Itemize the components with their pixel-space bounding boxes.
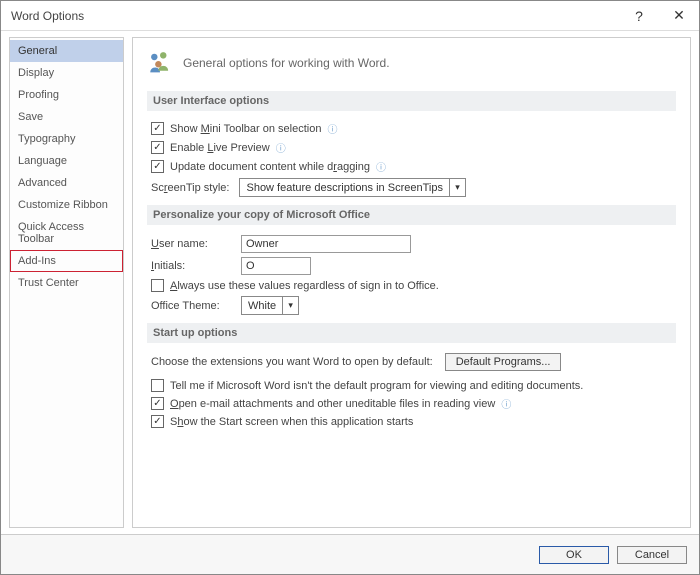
dialog-footer: OK Cancel [1,534,699,574]
info-icon[interactable] [501,396,511,411]
label-reading-view: Open e-mail attachments and other unedit… [170,398,495,410]
label-initials: Initials: [151,260,231,272]
section-startup: Start up options [147,323,676,343]
label-username: User name: [151,238,231,250]
sidebar-item-qat[interactable]: Quick Access Toolbar [10,216,123,250]
close-button[interactable]: ✕ [659,7,699,24]
label-always-use: Always use these values regardless of si… [170,280,439,292]
window-title: Word Options [11,9,619,23]
sidebar-item-add-ins[interactable]: Add-Ins [10,250,123,272]
sidebar-item-typography[interactable]: Typography [10,128,123,150]
label-live-preview: Enable Live Preview [170,142,270,154]
sidebar-item-customize-ribbon[interactable]: Customize Ribbon [10,194,123,216]
input-username[interactable] [241,235,411,253]
sidebar-item-display[interactable]: Display [10,62,123,84]
category-sidebar: General Display Proofing Save Typography… [9,37,124,528]
content-pane: General options for working with Word. U… [132,37,691,528]
label-drag-update: Update document content while dragging [170,161,370,173]
section-personalize: Personalize your copy of Microsoft Offic… [147,205,676,225]
info-icon[interactable] [376,159,386,174]
titlebar: Word Options ? ✕ [1,1,699,31]
sidebar-item-proofing[interactable]: Proofing [10,84,123,106]
checkbox-start-screen[interactable] [151,415,164,428]
page-header-text: General options for working with Word. [183,56,390,70]
checkbox-default-program[interactable] [151,379,164,392]
input-initials[interactable] [241,257,311,275]
default-programs-button[interactable]: Default Programs... [445,353,562,371]
label-default-program: Tell me if Microsoft Word isn't the defa… [170,380,583,392]
sidebar-item-trust-center[interactable]: Trust Center [10,272,123,294]
checkbox-live-preview[interactable] [151,141,164,154]
info-icon[interactable] [327,121,337,136]
section-ui-options: User Interface options [147,91,676,111]
checkbox-reading-view[interactable] [151,397,164,410]
checkbox-mini-toolbar[interactable] [151,122,164,135]
sidebar-item-language[interactable]: Language [10,150,123,172]
info-icon[interactable] [276,140,286,155]
select-office-theme[interactable]: White ▾ [241,296,299,315]
label-theme: Office Theme: [151,300,231,312]
help-button[interactable]: ? [619,8,659,24]
label-screentip: ScreenTip style: [151,182,229,194]
label-mini-toolbar: Show Mini Toolbar on selection [170,123,321,135]
sidebar-item-save[interactable]: Save [10,106,123,128]
startup-intro-text: Choose the extensions you want Word to o… [151,356,433,368]
chevron-down-icon: ▾ [282,297,298,314]
checkbox-always-use[interactable] [151,279,164,292]
page-header: General options for working with Word. [147,48,676,77]
checkbox-drag-update[interactable] [151,160,164,173]
label-start-screen: Show the Start screen when this applicat… [170,416,413,428]
word-options-dialog: Word Options ? ✕ General Display Proofin… [0,0,700,575]
sidebar-item-advanced[interactable]: Advanced [10,172,123,194]
select-screentip-style[interactable]: Show feature descriptions in ScreenTips … [239,178,465,197]
dialog-body: General Display Proofing Save Typography… [1,31,699,534]
ok-button[interactable]: OK [539,546,609,564]
chevron-down-icon: ▾ [449,179,465,196]
cancel-button[interactable]: Cancel [617,546,687,564]
sidebar-item-general[interactable]: General [10,40,123,62]
general-options-icon [147,48,173,77]
